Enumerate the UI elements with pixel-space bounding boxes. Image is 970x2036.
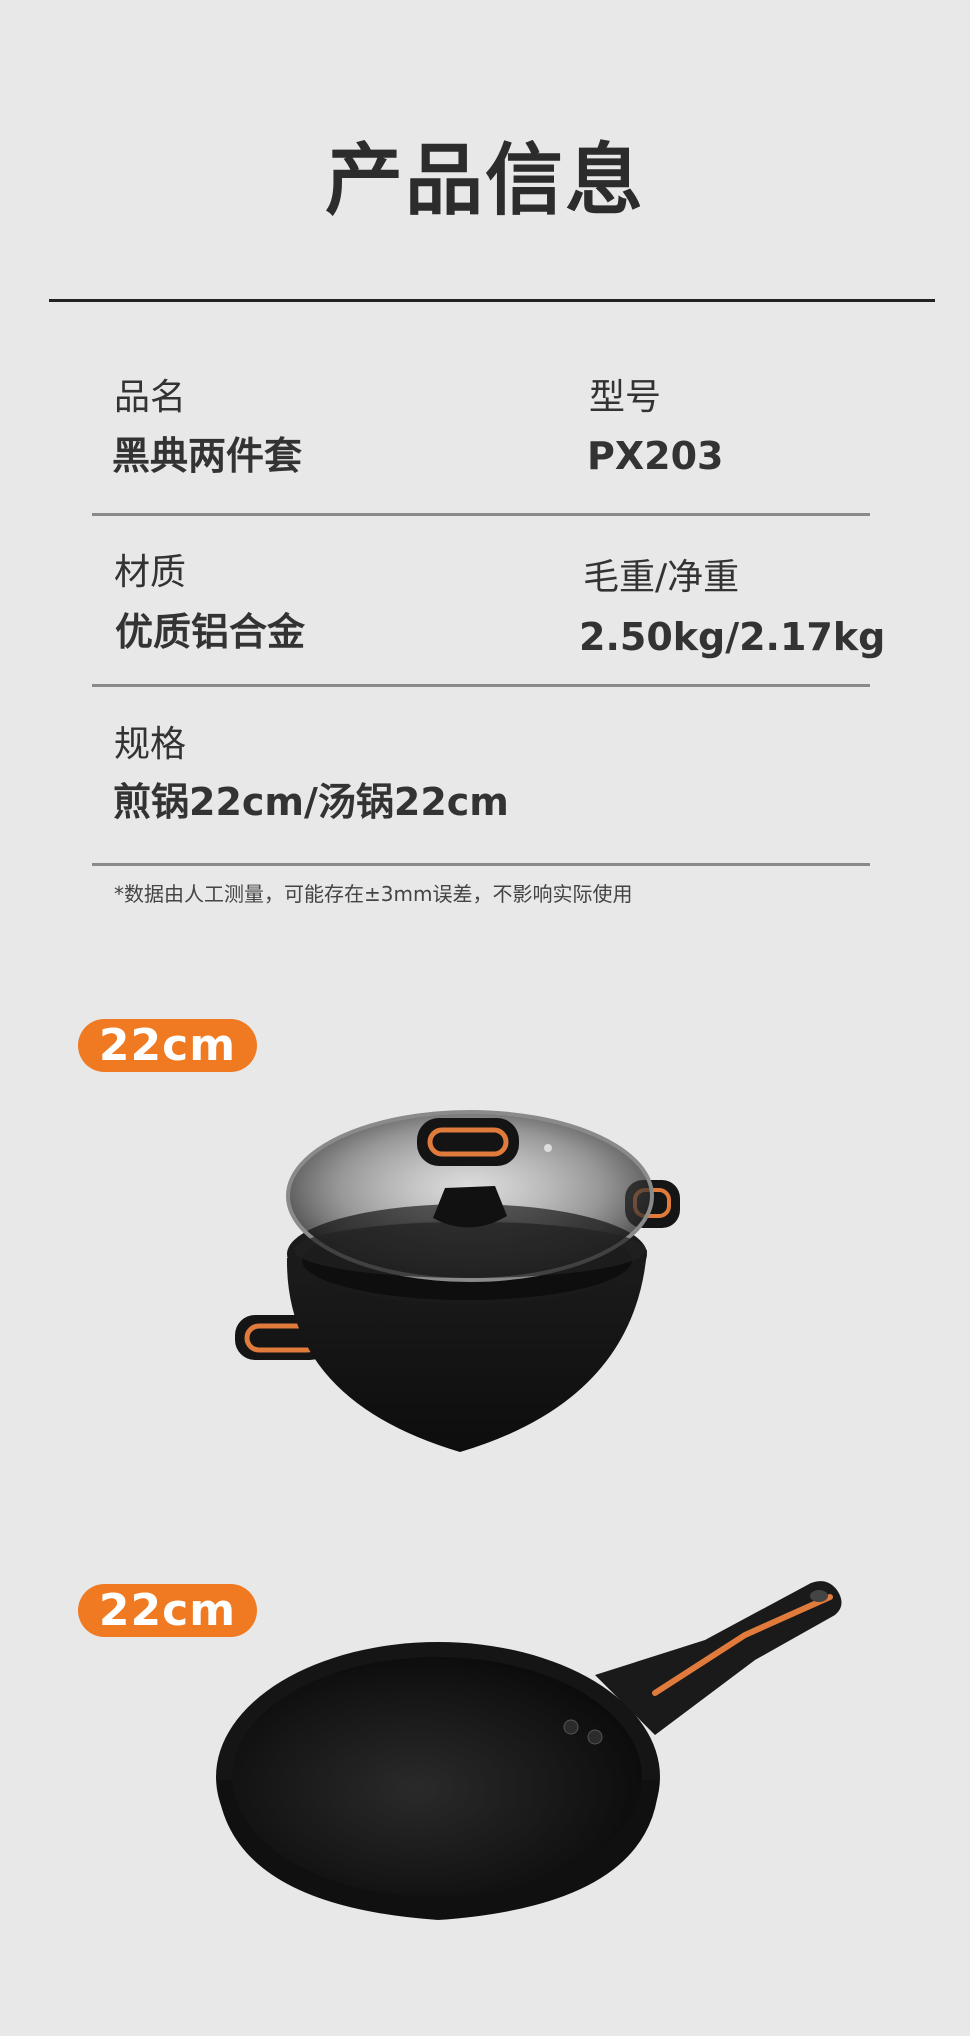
spec-label: 规格 [114, 724, 187, 765]
size-badge: 22cm [78, 1019, 257, 1072]
row-divider [92, 513, 870, 516]
title-divider [49, 299, 935, 302]
model-label: 型号 [589, 377, 662, 418]
page-title: 产品信息 [324, 136, 645, 226]
measurement-note: *数据由人工测量，可能存在±3mm误差，不影响实际使用 [114, 882, 633, 906]
weight-label: 毛重/净重 [583, 557, 740, 598]
product-name-label: 品名 [114, 377, 187, 418]
weight-value: 2.50kg/2.17kg [579, 615, 886, 659]
soup-pot-image [235, 1110, 680, 1452]
row-divider [92, 684, 870, 687]
material-value: 优质铝合金 [115, 610, 306, 654]
material-label: 材质 [114, 552, 187, 593]
spec-value: 煎锅22cm/汤锅22cm [113, 780, 509, 824]
row-divider [92, 863, 870, 866]
model-value: PX203 [587, 434, 724, 478]
frying-pan-image [216, 1581, 842, 1920]
product-name-value: 黑典两件套 [112, 434, 303, 478]
